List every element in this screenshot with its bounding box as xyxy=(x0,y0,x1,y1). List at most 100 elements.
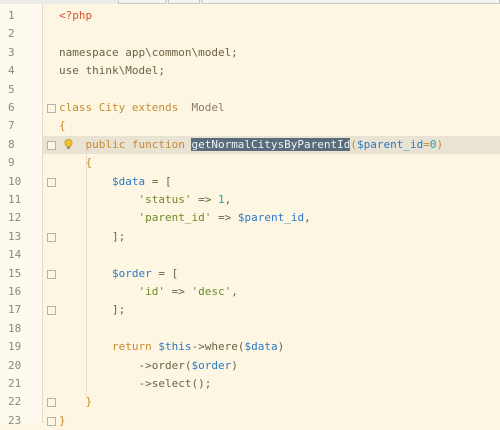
code-line-text: } xyxy=(59,393,92,411)
code-token: $data xyxy=(244,340,278,354)
code-token: ]; xyxy=(59,303,126,317)
code-token: 'status' xyxy=(138,193,192,206)
code-line[interactable]: { xyxy=(43,117,500,135)
line-number: 7 xyxy=(8,119,15,133)
code-token: = [ xyxy=(151,266,179,280)
code-line[interactable]: } xyxy=(43,412,500,430)
line-number: 22 xyxy=(8,395,22,409)
fold-marker-icon[interactable] xyxy=(47,177,56,187)
code-line-text: $data = [ xyxy=(59,173,172,191)
line-number: 4 xyxy=(8,64,15,78)
code-line[interactable] xyxy=(43,25,500,43)
code-token: $data xyxy=(111,174,146,188)
line-number: 5 xyxy=(8,82,15,96)
line-number: 3 xyxy=(8,45,15,59)
code-token: ) xyxy=(277,340,285,354)
code-line[interactable]: ]; xyxy=(43,301,500,319)
code-token: 0 xyxy=(429,137,437,151)
code-line[interactable] xyxy=(43,81,500,99)
code-token: extends xyxy=(131,101,192,114)
line-number: 18 xyxy=(8,321,22,335)
code-line[interactable]: { xyxy=(43,154,500,172)
code-token: class xyxy=(59,101,99,114)
code-line[interactable]: 'status' => 1, xyxy=(43,191,500,209)
code-token: { xyxy=(59,119,66,133)
code-line[interactable]: namespace app\common\model; xyxy=(43,44,500,62)
code-token: $parent_id xyxy=(357,137,424,151)
indent-guide xyxy=(86,148,87,398)
code-token: $order xyxy=(191,358,232,372)
fold-marker-icon[interactable] xyxy=(47,306,56,316)
code-token: 'desc' xyxy=(191,285,232,298)
code-token: $order xyxy=(111,266,152,280)
code-token: City xyxy=(98,101,132,114)
code-editor[interactable]: <?php namespace app\common\model; use thin… xyxy=(43,4,500,427)
code-token: } xyxy=(59,395,93,409)
line-number: 2 xyxy=(8,27,15,41)
line-number: 20 xyxy=(8,358,22,372)
code-line-text: return $this->where($data) xyxy=(59,338,284,356)
code-token: public function xyxy=(59,137,192,151)
code-line[interactable]: use think\Model; xyxy=(43,62,500,80)
code-line[interactable]: class City extends Model xyxy=(43,99,500,117)
code-line-text: ]; xyxy=(59,228,125,246)
code-token: ]; xyxy=(59,229,126,243)
code-token: , xyxy=(224,193,232,206)
line-number: 17 xyxy=(8,303,22,317)
line-number: 9 xyxy=(8,156,15,170)
code-line[interactable] xyxy=(43,320,500,338)
code-token: namespace app\common\model; xyxy=(59,45,238,59)
code-token: use think\Model; xyxy=(59,64,165,78)
line-number: 19 xyxy=(8,340,22,354)
code-token: Model xyxy=(191,101,225,114)
line-number: 23 xyxy=(8,413,22,427)
code-line[interactable]: $data = [ xyxy=(43,173,500,191)
code-line-text: 'parent_id' => $parent_id, xyxy=(59,209,310,227)
code-token: 1 xyxy=(217,193,225,206)
code-token: return xyxy=(59,340,159,354)
code-token: ) xyxy=(231,358,238,372)
line-number: 1 xyxy=(8,9,15,22)
lightbulb-icon[interactable] xyxy=(64,138,73,150)
code-token: 'parent_id' xyxy=(138,211,212,225)
code-line-text: { xyxy=(59,154,92,172)
code-line[interactable]: ->select(); xyxy=(43,375,500,393)
code-line[interactable] xyxy=(43,246,500,264)
line-number: 21 xyxy=(8,377,22,390)
code-line[interactable]: ->order($order) xyxy=(43,357,500,375)
code-line-text: namespace app\common\model; xyxy=(59,44,238,62)
code-token: ->select(); xyxy=(59,377,212,390)
line-number: 13 xyxy=(8,229,22,243)
code-token: } xyxy=(59,413,66,427)
fold-marker-icon[interactable] xyxy=(47,416,56,426)
code-line[interactable]: 'id' => 'desc', xyxy=(43,283,500,301)
code-token: , xyxy=(231,285,238,298)
code-line[interactable]: <?php xyxy=(43,7,500,25)
code-line[interactable]: public function getNormalCitysByParentId… xyxy=(43,135,500,154)
fold-marker-icon[interactable] xyxy=(47,232,56,242)
fold-marker-icon[interactable] xyxy=(47,269,56,279)
code-token: $this xyxy=(158,340,192,354)
line-number: 8 xyxy=(8,137,15,151)
code-line[interactable]: $order = [ xyxy=(43,265,500,283)
fold-marker-icon[interactable] xyxy=(47,398,56,408)
code-line-text: use think\Model; xyxy=(59,62,165,80)
fold-marker-icon[interactable] xyxy=(47,104,56,113)
fold-marker-icon[interactable] xyxy=(47,140,56,150)
code-token: $parent_id xyxy=(237,211,305,225)
line-number-gutter: 1 2 3 4 5 6 7 8 9 10 11 12 13 14 15 16 17 18 19 20 21 22 23 xyxy=(0,4,42,426)
line-number: 12 xyxy=(8,211,22,225)
line-number: 10 xyxy=(8,174,22,188)
code-line[interactable]: } xyxy=(43,393,500,411)
code-line[interactable]: ]; xyxy=(43,228,500,246)
line-number: 6 xyxy=(8,101,15,114)
code-token: => xyxy=(164,285,192,298)
code-line[interactable]: 'parent_id' => $parent_id, xyxy=(43,209,500,227)
code-line-text: ]; xyxy=(59,301,125,319)
code-line-text: } xyxy=(59,412,66,430)
code-line[interactable]: return $this->where($data) xyxy=(43,338,500,356)
code-token: <?php xyxy=(59,9,93,22)
code-token: ->where( xyxy=(191,340,245,354)
